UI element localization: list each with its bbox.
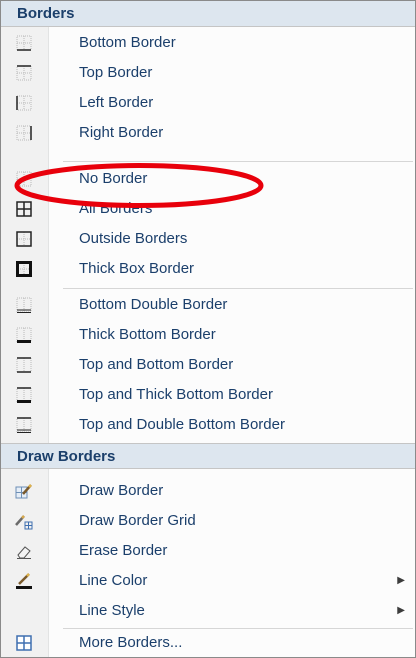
menu-item-label: All Borders <box>79 200 153 217</box>
separator <box>63 161 413 162</box>
menu-item-label: Erase Border <box>79 542 168 559</box>
top-and-thick-bottom-border-icon <box>16 387 32 403</box>
bottom-border-icon <box>16 35 32 51</box>
thick-bottom-border-icon <box>16 327 32 343</box>
menu-item-all-borders[interactable]: All Borders <box>1 194 415 224</box>
submenu-arrow-icon: ▶ <box>397 605 405 616</box>
menu-item-label: Thick Box Border <box>79 260 195 277</box>
menu-item-top-border[interactable]: Top Border <box>1 58 415 88</box>
line-color-pencil-icon <box>16 573 32 589</box>
pencil-grid-icon <box>15 484 32 499</box>
section-header-draw-borders: Draw Borders <box>1 443 415 469</box>
menu-item-top-and-double-bottom-border[interactable]: Top and Double Bottom Border <box>1 410 415 440</box>
bottom-double-border-icon <box>16 297 32 313</box>
menu-item-label: Draw Border Grid <box>79 512 196 529</box>
menu-item-label: Line Color <box>79 572 148 589</box>
menu-item-more-borders[interactable]: More Borders... <box>1 628 415 657</box>
menu-item-thick-bottom-border[interactable]: Thick Bottom Border <box>1 320 415 350</box>
all-borders-icon <box>16 201 32 217</box>
no-border-icon <box>16 171 32 187</box>
more-borders-icon <box>16 635 32 651</box>
menu-item-label: Outside Borders <box>79 230 188 247</box>
menu-item-left-border[interactable]: Left Border <box>1 88 415 118</box>
submenu-arrow-icon: ▶ <box>397 575 405 586</box>
menu-item-bottom-double-border[interactable]: Bottom Double Border <box>1 290 415 320</box>
top-and-bottom-border-icon <box>16 357 32 373</box>
menu-item-label: Bottom Border <box>79 34 176 51</box>
menu-item-erase-border[interactable]: Erase Border <box>1 536 415 566</box>
top-border-icon <box>16 65 32 81</box>
menu-item-label: Top Border <box>79 64 153 81</box>
menu-item-label: Draw Border <box>79 482 164 499</box>
menu-item-label: More Borders... <box>79 634 183 651</box>
menu-item-draw-border[interactable]: Draw Border <box>1 476 415 506</box>
thick-box-border-icon <box>16 261 32 277</box>
section-header-borders: Borders <box>1 1 415 27</box>
separator <box>63 288 413 289</box>
menu-item-top-and-thick-bottom-border[interactable]: Top and Thick Bottom Border <box>1 380 415 410</box>
menu-item-right-border[interactable]: Right Border <box>1 118 415 148</box>
menu-item-label: Bottom Double Border <box>79 296 228 313</box>
left-border-icon <box>16 95 32 111</box>
menu-item-label: Top and Double Bottom Border <box>79 416 285 433</box>
menu-item-no-border[interactable]: No Border <box>1 164 415 194</box>
outside-borders-icon <box>16 231 32 247</box>
menu-item-label: No Border <box>79 170 148 187</box>
menu-item-label: Thick Bottom Border <box>79 326 216 343</box>
menu-item-label: Right Border <box>79 124 164 141</box>
menu-item-bottom-border[interactable]: Bottom Border <box>1 28 415 58</box>
borders-menu: Borders Bottom Border Top Border Left Bo… <box>0 0 416 658</box>
eraser-icon <box>17 546 31 559</box>
menu-item-label: Line Style <box>79 602 145 619</box>
menu-item-draw-border-grid[interactable]: Draw Border Grid <box>1 506 415 536</box>
menu-item-label: Top and Thick Bottom Border <box>79 386 273 403</box>
menu-item-line-color[interactable]: Line Color ▶ <box>1 566 415 596</box>
menu-item-outside-borders[interactable]: Outside Borders <box>1 224 415 254</box>
menu-item-label: Top and Bottom Border <box>79 356 234 373</box>
menu-item-line-style[interactable]: Line Style ▶ <box>1 596 415 626</box>
pencil-grid-small-icon <box>15 515 33 530</box>
right-border-icon <box>16 125 32 141</box>
top-and-double-bottom-border-icon <box>16 417 32 433</box>
menu-item-label: Left Border <box>79 94 154 111</box>
menu-item-top-and-bottom-border[interactable]: Top and Bottom Border <box>1 350 415 380</box>
menu-item-thick-box-border[interactable]: Thick Box Border <box>1 254 415 284</box>
